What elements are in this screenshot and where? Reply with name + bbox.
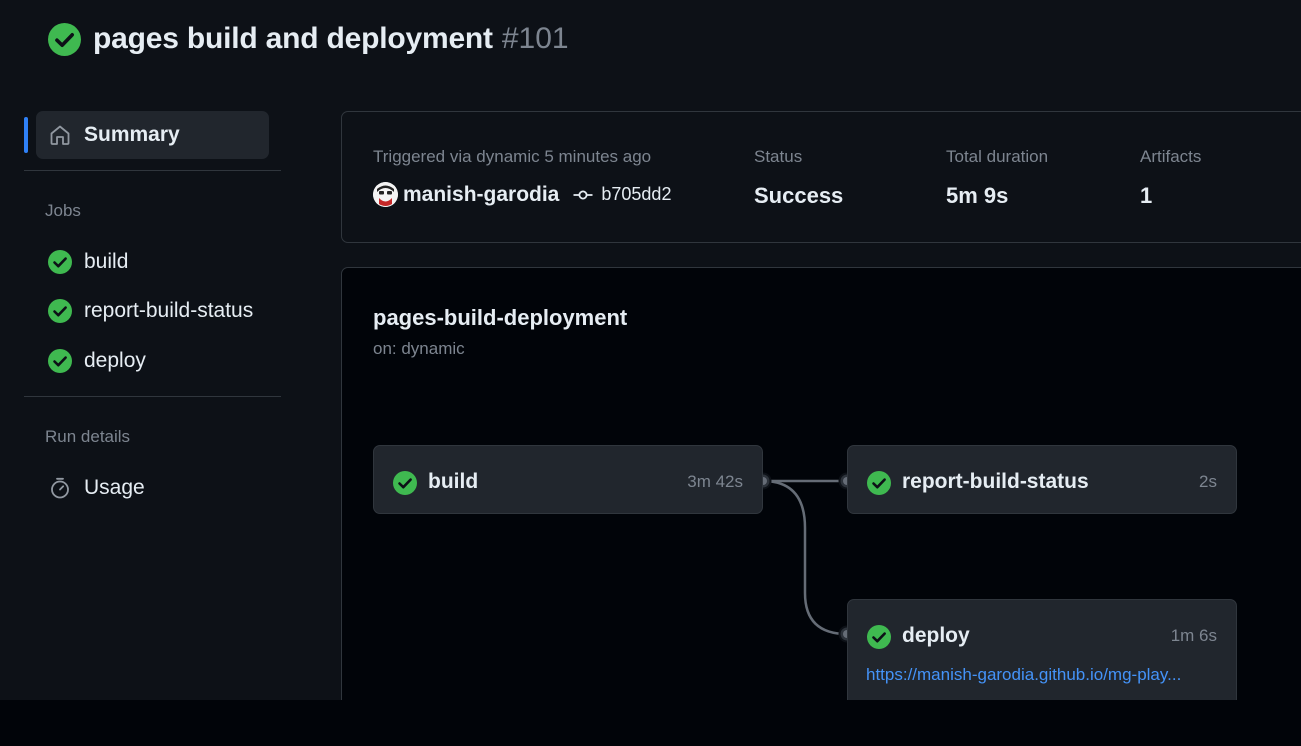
check-circle-icon — [48, 22, 81, 56]
workflow-name: pages-build-deployment — [373, 305, 628, 330]
status-value: Success — [754, 183, 844, 208]
workflow-trigger: on: dynamic — [373, 339, 465, 358]
check-circle-icon — [48, 250, 72, 274]
run-header: pages build and deployment #101 — [48, 22, 569, 56]
duration-value: 5m 9s — [946, 183, 1009, 208]
run-summary-card: Triggered via dynamic 5 minutes ago mani… — [341, 111, 1301, 243]
artifacts-label: Artifacts — [1140, 147, 1202, 166]
job-card-report-build-status[interactable]: report-build-status 2s — [847, 445, 1237, 514]
job-name: build — [428, 470, 479, 493]
sidebar-item-usage[interactable]: Usage — [48, 473, 145, 503]
job-card-build[interactable]: build 3m 42s — [373, 445, 763, 514]
run-number: #101 — [501, 22, 569, 55]
run-title: pages build and deployment — [93, 22, 493, 55]
run-details-heading: Run details — [45, 427, 131, 446]
check-circle-icon — [867, 625, 891, 649]
job-duration: 2s — [1199, 472, 1217, 491]
sidebar-job-build[interactable]: build — [48, 247, 128, 277]
home-icon — [50, 125, 70, 145]
jobs-heading: Jobs — [45, 201, 81, 220]
sidebar-item-summary[interactable]: Summary — [36, 111, 269, 159]
sidebar-item-label: Summary — [84, 123, 180, 146]
deployment-url-link[interactable]: https://manish-garodia.github.io/mg-play… — [866, 665, 1214, 685]
check-circle-icon — [393, 471, 417, 495]
git-commit-icon — [573, 190, 593, 199]
check-circle-icon — [867, 471, 891, 495]
divider — [24, 396, 281, 397]
check-circle-icon — [48, 299, 72, 323]
workflow-graph: pages-build-deployment on: dynamic build… — [341, 267, 1301, 700]
job-name: deploy — [902, 624, 970, 647]
sidebar-job-deploy[interactable]: deploy — [48, 346, 146, 376]
sidebar-job-label: report-build-status — [84, 299, 254, 322]
sidebar-job-label: build — [84, 250, 129, 273]
status-label: Status — [754, 147, 803, 166]
job-duration: 3m 42s — [687, 472, 743, 491]
trigger-text: Triggered via dynamic 5 minutes ago — [373, 147, 652, 166]
job-name: report-build-status — [902, 470, 1089, 493]
sidebar-item-label: Usage — [84, 476, 145, 499]
active-indicator — [24, 117, 28, 153]
avatar[interactable] — [373, 182, 398, 207]
commit-ref[interactable]: b705dd2 — [573, 184, 671, 205]
actor-link[interactable]: manish-garodia — [403, 183, 559, 207]
job-duration: 1m 6s — [1170, 626, 1217, 645]
commit-sha: b705dd2 — [601, 184, 672, 204]
workflow-run-page: pages build and deployment #101 Summary … — [0, 0, 1301, 700]
duration-label: Total duration — [946, 147, 1049, 166]
divider — [24, 170, 281, 171]
run-actor: manish-garodia b705dd2 — [373, 182, 671, 207]
check-circle-icon — [48, 349, 72, 373]
sidebar-job-label: deploy — [84, 349, 146, 372]
job-card-deploy[interactable]: deploy 1m 6s https://manish-garodia.gith… — [847, 599, 1237, 700]
artifacts-count[interactable]: 1 — [1140, 183, 1152, 209]
sidebar-job-report-build-status[interactable]: report-build-status — [48, 296, 253, 326]
stopwatch-icon — [51, 477, 69, 499]
